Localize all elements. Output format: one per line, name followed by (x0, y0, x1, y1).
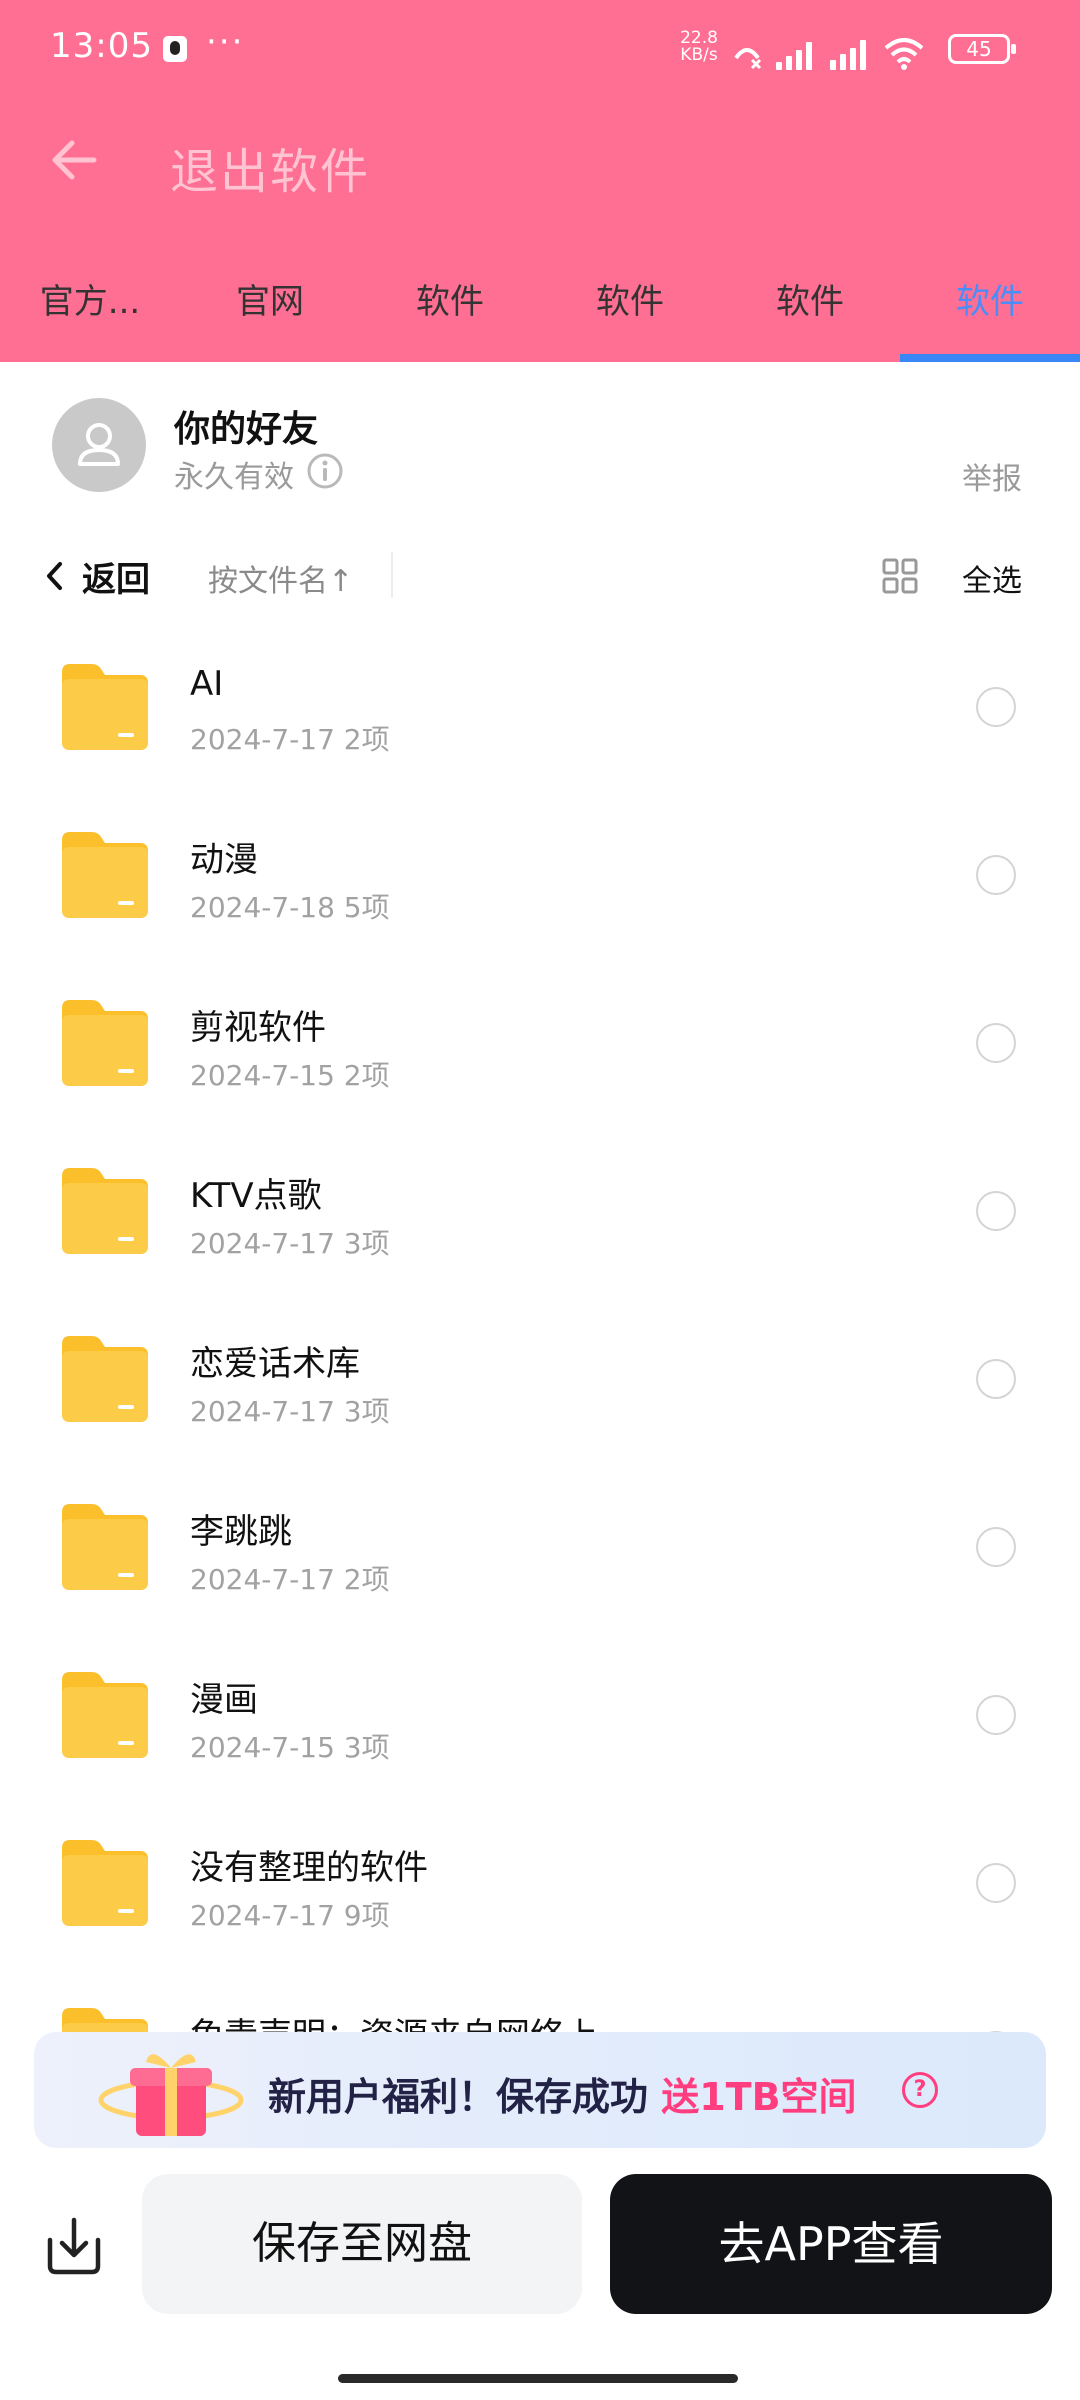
folder-icon (62, 832, 148, 918)
file-name: KTV点歌 (190, 1176, 322, 1216)
tab-website[interactable]: 官网 (180, 268, 360, 362)
select-checkbox[interactable] (976, 855, 1016, 895)
header: 13:05 ··· 22.8 KB/s 45 退出软件 官方... 官网 软件 … (0, 0, 1080, 362)
status-bar: 13:05 ··· 22.8 KB/s 45 (0, 0, 1080, 100)
folder-icon (62, 1336, 148, 1422)
report-link[interactable]: 举报 (962, 454, 1022, 498)
list-toolbar: 返回 按文件名↑ 全选 (0, 540, 1080, 610)
folder-icon (62, 1504, 148, 1590)
folder-icon (62, 1840, 148, 1926)
status-icons (730, 30, 926, 70)
list-item[interactable]: 剪视软件 2024-7-15 2项 (0, 976, 1080, 1144)
gift-icon (98, 2054, 244, 2136)
promo-text-main: 新用户福利！保存成功 (268, 2075, 662, 2119)
network-speed-unit: KB/s (680, 45, 718, 65)
list-item[interactable]: 动漫 2024-7-18 5项 (0, 808, 1080, 976)
file-name: 漫画 (190, 1680, 258, 1720)
file-meta: 2024-7-17 2项 (190, 1563, 390, 1596)
share-validity: 永久有效 (174, 460, 294, 495)
sharer-name: 你的好友 (174, 409, 319, 450)
tab-software-2[interactable]: 软件 (540, 268, 720, 362)
file-meta: 2024-7-15 2项 (190, 1059, 390, 1092)
back-button[interactable]: 返回 (82, 552, 150, 601)
call-muted-icon (734, 48, 762, 70)
select-checkbox[interactable] (976, 1863, 1016, 1903)
list-item[interactable]: AI 2024-7-17 2项 (0, 640, 1080, 808)
open-in-app-button[interactable]: 去APP查看 (610, 2174, 1052, 2314)
save-to-cloud-button[interactable]: 保存至网盘 (142, 2174, 582, 2314)
select-checkbox[interactable] (976, 1191, 1016, 1231)
folder-tabs: 官方... 官网 软件 软件 软件 软件 (0, 268, 1080, 362)
tab-official[interactable]: 官方... (0, 268, 180, 362)
folder-icon (62, 1672, 148, 1758)
sharer-info: 你的好友 永久有效 举报 (0, 362, 1080, 532)
home-indicator[interactable] (338, 2374, 738, 2383)
file-list: AI 2024-7-17 2项 动漫 2024-7-18 5项 剪视软件 202… (0, 640, 1080, 2152)
help-icon[interactable]: ? (902, 2072, 938, 2108)
promo-highlight: 送1TB空间 (661, 2075, 857, 2119)
page-title: 退出软件 (170, 144, 371, 200)
tab-software-1[interactable]: 软件 (360, 268, 540, 362)
file-meta: 2024-7-17 9项 (190, 1899, 390, 1932)
list-item[interactable]: KTV点歌 2024-7-17 3项 (0, 1144, 1080, 1312)
file-meta: 2024-7-17 2项 (190, 723, 390, 756)
folder-icon (62, 1168, 148, 1254)
file-meta: 2024-7-15 3项 (190, 1731, 390, 1764)
list-item[interactable]: 恋爱话术库 2024-7-17 3项 (0, 1312, 1080, 1480)
network-speed: 22.8 KB/s (676, 30, 722, 64)
select-checkbox[interactable] (976, 687, 1016, 727)
sort-by-name-button[interactable]: 按文件名↑ (208, 556, 353, 600)
select-checkbox[interactable] (976, 1695, 1016, 1735)
tab-software-active[interactable]: 软件 (900, 268, 1080, 362)
info-icon[interactable] (306, 452, 344, 490)
file-name: 剪视软件 (190, 1008, 326, 1048)
chevron-left-icon[interactable] (40, 556, 70, 596)
folder-icon (62, 664, 148, 750)
status-time: 13:05 (50, 26, 153, 66)
folder-icon (62, 1000, 148, 1086)
signal-2-icon (828, 38, 872, 70)
qq-notification-icon (163, 36, 187, 62)
file-name: 李跳跳 (190, 1512, 292, 1552)
back-arrow-icon[interactable] (44, 130, 104, 190)
grid-view-icon[interactable] (882, 558, 918, 594)
file-meta: 2024-7-18 5项 (190, 891, 390, 924)
select-checkbox[interactable] (976, 1527, 1016, 1567)
promo-text: 新用户福利！保存成功 送1TB空间 (268, 2066, 857, 2121)
tab-software-3[interactable]: 软件 (720, 268, 900, 362)
signal-1-icon (774, 38, 818, 70)
avatar (52, 398, 146, 492)
file-meta: 2024-7-17 3项 (190, 1395, 390, 1428)
select-checkbox[interactable] (976, 1359, 1016, 1399)
wifi-icon (884, 38, 924, 70)
list-item[interactable]: 没有整理的软件 2024-7-17 9项 (0, 1816, 1080, 1984)
download-icon[interactable] (42, 2216, 106, 2276)
file-name: 动漫 (190, 840, 258, 880)
file-meta: 2024-7-17 3项 (190, 1227, 390, 1260)
more-notifications-icon: ··· (206, 22, 245, 62)
list-item[interactable]: 漫画 2024-7-15 3项 (0, 1648, 1080, 1816)
divider (391, 552, 393, 598)
file-name: AI (190, 664, 224, 704)
battery-indicator: 45 (948, 34, 1016, 64)
select-checkbox[interactable] (976, 1023, 1016, 1063)
file-name: 恋爱话术库 (190, 1344, 360, 1384)
select-all-button[interactable]: 全选 (962, 556, 1022, 600)
user-icon (78, 423, 120, 466)
file-name: 没有整理的软件 (190, 1848, 428, 1888)
list-item[interactable]: 李跳跳 2024-7-17 2项 (0, 1480, 1080, 1648)
